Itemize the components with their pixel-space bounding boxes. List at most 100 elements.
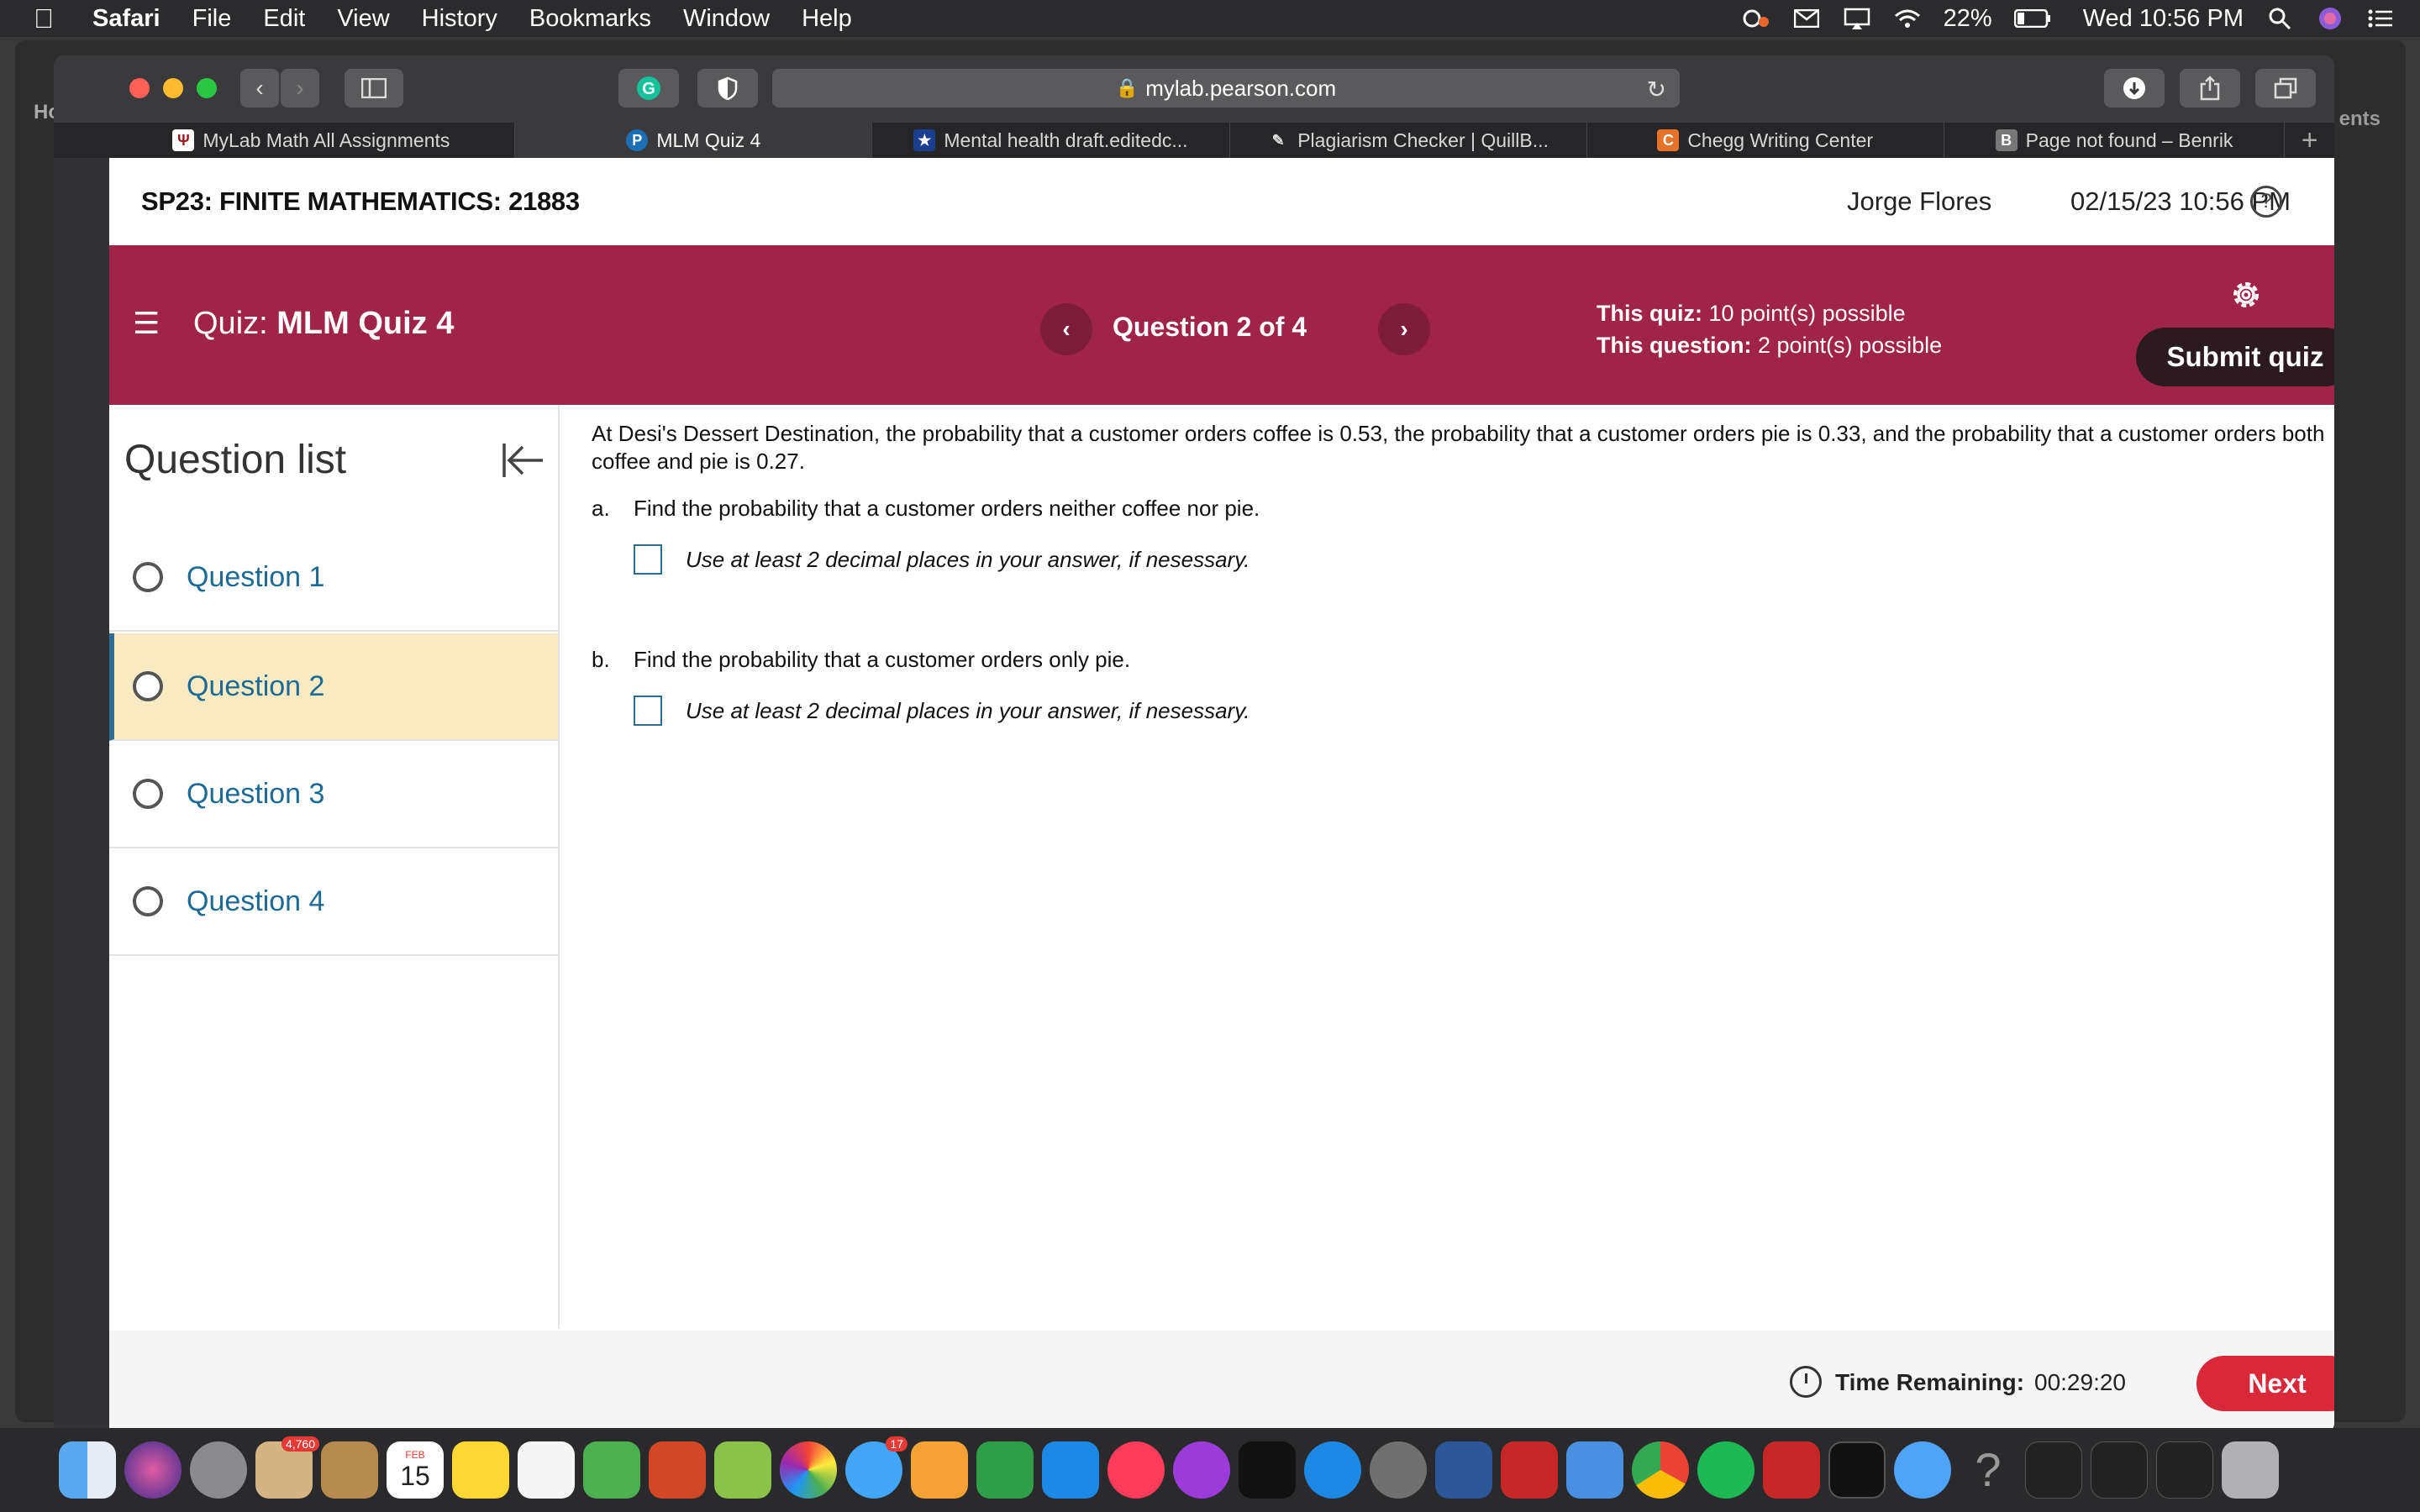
tab-page-not-found[interactable]: B Page not found – Benrik — [1944, 123, 2286, 158]
window-thumb3-icon[interactable] — [2156, 1441, 2213, 1499]
notification-center-icon[interactable] — [2366, 7, 2395, 30]
creative-cloud-icon[interactable] — [1742, 7, 1770, 30]
question-list-label: Question 2 — [187, 669, 325, 702]
help-app-icon[interactable]: ? — [1960, 1441, 2017, 1499]
facetime-icon[interactable] — [583, 1441, 640, 1499]
menu-app-name[interactable]: Safari — [92, 5, 160, 33]
close-window-icon[interactable] — [129, 78, 150, 98]
siri-menubar-icon[interactable] — [2316, 7, 2344, 30]
help-icon[interactable]: ? — [2250, 186, 2282, 218]
menu-history[interactable]: History — [422, 5, 497, 33]
downloads-icon[interactable] — [2104, 69, 2165, 108]
wifi-icon[interactable] — [1893, 7, 1922, 30]
safari-window: ‹ › G 🔒 mylab.pearson.com ↻ Ψ MyLab Math… — [54, 55, 2334, 1433]
minimize-window-icon[interactable] — [163, 78, 183, 98]
back-button[interactable]: ‹ — [240, 69, 279, 108]
settings-icon[interactable] — [1370, 1441, 1427, 1499]
menu-edit[interactable]: Edit — [263, 5, 305, 33]
tv-icon[interactable] — [1239, 1441, 1296, 1499]
next-button[interactable]: Next — [2196, 1356, 2334, 1411]
gear-icon[interactable] — [2227, 276, 2265, 314]
menubar-clock[interactable]: Wed 10:56 PM — [2083, 5, 2244, 33]
pages-icon[interactable] — [911, 1441, 968, 1499]
question-list-item-3[interactable]: Question 3 — [109, 741, 558, 848]
numbers-icon[interactable] — [976, 1441, 1034, 1499]
quiz-footer: Time Remaining: 00:29:20 Next — [109, 1331, 2334, 1433]
menu-help[interactable]: Help — [802, 5, 852, 33]
part-text: Find the probability that a customer ord… — [634, 496, 1260, 521]
question-list-title: Question list — [124, 438, 347, 482]
menu-view[interactable]: View — [337, 5, 389, 33]
mail-app-icon[interactable]: 4,760 — [255, 1436, 319, 1499]
question-list-item-4[interactable]: Question 4 — [109, 848, 558, 956]
window-thumb2-icon[interactable] — [2091, 1441, 2148, 1499]
question-list-item-1[interactable]: Question 1 — [109, 524, 558, 632]
tab-mlm-quiz[interactable]: P MLM Quiz 4 — [515, 123, 873, 158]
spotify-icon[interactable] — [1697, 1441, 1754, 1499]
submit-quiz-button[interactable]: Submit quiz — [2136, 328, 2334, 386]
macos-menu-bar:  Safari File Edit View History Bookmark… — [0, 0, 2420, 37]
hamburger-menu-icon[interactable]: ☰ — [133, 308, 160, 339]
question-list-label: Question 1 — [187, 560, 325, 593]
tab-label: Chegg Writing Center — [1687, 129, 1874, 151]
terminal-icon[interactable] — [1828, 1441, 1886, 1499]
tab-plagiarism-checker[interactable]: ✎ Plagiarism Checker | QuillB... — [1230, 123, 1587, 158]
collapse-panel-icon[interactable] — [499, 437, 546, 484]
spotlight-search-icon[interactable] — [2265, 7, 2294, 30]
tab-mylab-assignments[interactable]: Ψ MyLab Math All Assignments — [108, 123, 516, 158]
chrome-icon[interactable] — [1632, 1441, 1689, 1499]
keynote-icon[interactable] — [1042, 1441, 1099, 1499]
mail-badge: 4,760 — [281, 1436, 319, 1452]
calendar-month: FEB — [405, 1448, 425, 1461]
word-icon[interactable] — [1435, 1441, 1492, 1499]
new-tab-button[interactable]: + — [2285, 123, 2334, 158]
finder-icon[interactable] — [59, 1441, 116, 1499]
question-list-label: Question 4 — [187, 885, 325, 917]
part-a-prompt: a. Find the probability that a customer o… — [592, 496, 1260, 522]
privacy-shield-icon[interactable] — [697, 69, 758, 108]
tab-overview-icon[interactable] — [2255, 69, 2316, 108]
podcasts-icon[interactable] — [1173, 1441, 1230, 1499]
reminders-icon[interactable] — [518, 1441, 575, 1499]
next-question-button[interactable]: › — [1378, 303, 1430, 355]
notes-icon[interactable] — [452, 1441, 509, 1499]
share-icon[interactable] — [2180, 69, 2240, 108]
previous-question-button[interactable]: ‹ — [1040, 303, 1092, 355]
trash-icon[interactable] — [2222, 1441, 2279, 1499]
tab-mental-health-draft[interactable]: ★ Mental health draft.editedc... — [872, 123, 1230, 158]
answer-input-a[interactable] — [634, 544, 662, 575]
grammarly-extension-icon[interactable]: G — [618, 69, 679, 108]
acrobat-icon[interactable] — [1501, 1441, 1558, 1499]
photos-icon[interactable] — [780, 1441, 837, 1499]
question-list-item-2[interactable]: Question 2 — [109, 633, 558, 741]
forward-button[interactable]: › — [281, 69, 319, 108]
music-icon[interactable] — [1107, 1441, 1165, 1499]
maps-icon[interactable] — [714, 1441, 771, 1499]
appstore-icon[interactable] — [1304, 1441, 1361, 1499]
address-bar[interactable]: 🔒 mylab.pearson.com ↻ — [772, 69, 1680, 108]
menu-window[interactable]: Window — [683, 5, 770, 33]
part-label: b. — [592, 647, 610, 672]
reload-icon[interactable]: ↻ — [1647, 76, 1666, 103]
launchpad-icon[interactable] — [190, 1441, 247, 1499]
safari-icon[interactable] — [1894, 1441, 1951, 1499]
contacts-icon[interactable] — [321, 1441, 378, 1499]
quiz-header-bar: ☰ Quiz: MLM Quiz 4 ‹ Question 2 of 4 › T… — [109, 245, 2334, 405]
window-thumb-icon[interactable] — [2025, 1441, 2082, 1499]
tab-chegg-writing[interactable]: C Chegg Writing Center — [1587, 123, 1944, 158]
menu-bookmarks[interactable]: Bookmarks — [529, 5, 651, 33]
sidebar-toggle-icon[interactable] — [345, 69, 403, 108]
airplay-icon[interactable] — [1843, 7, 1871, 30]
mail-status-icon[interactable] — [1792, 7, 1821, 30]
siri-icon[interactable] — [124, 1441, 182, 1499]
powerpoint-icon[interactable] — [649, 1441, 706, 1499]
battery-icon[interactable] — [2013, 7, 2051, 30]
answer-input-b[interactable] — [634, 696, 662, 726]
zoom-window-icon[interactable] — [197, 78, 217, 98]
apple-menu-icon[interactable]:  — [34, 3, 67, 34]
mail-icon[interactable] — [1566, 1441, 1623, 1499]
acrobat2-icon[interactable] — [1763, 1441, 1820, 1499]
calendar-icon[interactable]: FEB 15 — [387, 1441, 444, 1499]
menu-file[interactable]: File — [192, 5, 232, 33]
messages-icon[interactable]: 17 — [845, 1436, 908, 1499]
